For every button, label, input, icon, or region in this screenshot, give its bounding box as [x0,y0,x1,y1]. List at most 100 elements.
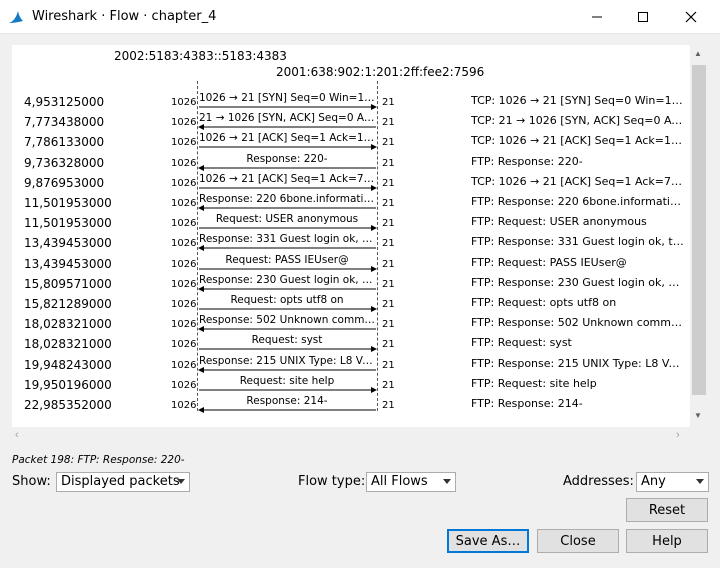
packet-status: Packet 198: FTP: Response: 220- [12,454,185,466]
flow-row-port-a: 1026 [171,299,197,310]
flow-row-port-b: 21 [382,117,395,129]
flow-row[interactable]: 19,948243000 1026 Response: 215 UNIX Type:… [12,354,692,374]
wireshark-fin-icon [9,11,23,23]
flow-row-arrow-label: Response: 220- [246,152,328,165]
flow-row-comment: TCP: 1026 → 21 [SYN] Seq=0 Win=1638… [471,94,685,107]
flow-row-comment: FTP: Request: site help [471,376,597,390]
scrollbar-thumb[interactable] [692,65,706,395]
help-button[interactable]: Help [626,529,708,553]
flow-row-comment: FTP: Request: PASS IEUser@ [471,255,627,269]
flow-row-port-a: 1026 [171,198,197,209]
flow-row-arrow-label: Request: opts utf8 on [230,294,344,306]
flow-row-time: 15,821289000 [24,297,112,311]
flow-row[interactable]: 19,950196000 1026 Request: site help 21 FTP:… [12,374,692,394]
arrow-right-icon [199,184,377,191]
flow-row-port-a: 1026 [171,238,197,250]
address-a-header: 2002:5183:4383::5183:4383 [114,49,287,63]
flow-row-time: 19,950196000 [24,377,112,392]
show-select[interactable]: Displayed packets [56,472,190,492]
flow-row-port-a: 1026 [171,278,197,290]
flow-row[interactable]: 11,501953000 1026 Response: 220 6bone.info… [12,192,692,212]
reset-button[interactable]: Reset [626,498,708,522]
flow-row-port-a: 1026 [171,97,197,108]
flow-row-time: 7,786133000 [24,135,105,150]
flow-diagram[interactable]: 2002:5183:4383::5183:4383 2001:638:902:1… [12,45,708,427]
flow-row-port-b: 21 [382,157,395,169]
close-window-button[interactable] [668,0,714,34]
flow-row-port-a: 1026 [171,218,197,230]
flow-row-comment: TCP: 21 → 1026 [SYN, ACK] Seq=0 Ack… [471,114,685,128]
flow-row-port-b: 21 [382,177,395,189]
flow-row-arrow-label: 1026 → 21 [ACK] Seq=1 Ack=1 W… [199,132,375,145]
chevron-down-icon [177,479,185,484]
flow-row[interactable]: 22,985352000 1026 Response: 214- 21 FTP: Res… [12,394,692,414]
flow-row[interactable]: 7,786133000 1026 1026 → 21 [ACK] Seq=1 Ack… [12,131,692,151]
scroll-left-icon[interactable]: ‹ [15,429,19,441]
maximize-icon [638,12,648,22]
flow-row-time: 7,773438000 [24,115,105,130]
flow-row-comment: FTP: Request: USER anonymous [471,215,647,229]
flow-row-arrow-label: 1026 → 21 [SYN] Seq=0 Win=163… [199,92,375,104]
flow-row-time: 13,439453000 [24,236,112,251]
flow-row[interactable]: 9,736328000 1026 Response: 220- 21 FTP: Resp… [12,152,692,172]
flow-row-comment: FTP: Response: 502 Unknown comman… [471,316,685,330]
flow-type-select-value: All Flows [371,474,428,489]
flow-row-port-b: 21 [382,278,395,290]
flow-row[interactable]: 15,821289000 1026 Request: opts utf8 on 21 F… [12,293,692,313]
arrow-right-icon [199,346,377,353]
flow-row[interactable]: 18,028321000 1026 Response: 502 Unknown co… [12,313,692,333]
flow-row-port-a: 1026 [171,319,197,331]
flow-row-comment: FTP: Response: 215 UNIX Type: L8 Ver… [471,356,685,370]
arrow-left-icon [198,205,376,211]
flow-row-arrow-label: 21 → 1026 [SYN, ACK] Seq=0 Ac… [199,112,375,125]
flow-row[interactable]: 13,439453000 1026 Response: 331 Guest logi… [12,232,692,252]
scroll-up-icon[interactable]: ▲ [694,49,702,58]
flow-row-time: 18,028321000 [24,317,112,332]
flow-row[interactable]: 13,439453000 1026 Request: PASS IEUser@ 21 F… [12,253,692,273]
flow-row-port-a: 1026 [171,359,197,371]
flow-row-comment: FTP: Request: syst [471,336,572,350]
chevron-down-icon [696,479,704,484]
arrow-left-icon [198,124,376,131]
maximize-button[interactable] [620,0,666,34]
minimize-icon [592,16,602,18]
save-as-button[interactable]: Save As… [447,529,529,553]
flow-row-time: 4,953125000 [24,95,105,109]
flow-row-arrow-label: Request: PASS IEUser@ [225,253,349,266]
flow-row-port-a: 1026 [171,258,197,270]
close-button[interactable]: Close [537,529,619,553]
arrow-left-icon [198,366,376,373]
close-icon [685,11,697,23]
arrow-right-icon [199,386,377,393]
flow-row-port-b: 21 [382,339,395,351]
arrow-right-icon [199,225,377,232]
flow-type-select[interactable]: All Flows [366,472,456,492]
addresses-label: Addresses: [563,474,634,489]
flow-row-port-b: 21 [382,359,395,371]
addresses-select[interactable]: Any [636,472,709,492]
chevron-down-icon [443,479,451,484]
flow-row-arrow-label: Request: site help [239,374,335,387]
flow-row[interactable]: 18,028321000 1026 Request: syst 21 FTP: Requ… [12,333,692,353]
horizontal-scrollbar[interactable]: ‹ › [12,427,690,445]
arrow-left-icon [198,407,376,413]
arrow-right-icon [199,306,377,312]
minimize-button[interactable] [574,0,620,34]
flow-row-time: 18,028321000 [24,337,112,352]
arrow-right-icon [199,104,377,110]
flow-row-arrow-label: Response: 215 UNIX Type: L8 Ve… [199,354,375,367]
flow-row-port-a: 1026 [171,400,197,411]
flow-row[interactable]: 11,501953000 1026 Request: USER anonymous 2… [12,212,692,232]
flow-row-comment: FTP: Request: opts utf8 on [471,296,617,309]
flow-row[interactable]: 4,953125000 1026 1026 → 21 [SYN] Seq=0 Win… [12,91,692,111]
vertical-scrollbar[interactable]: ▲ ▼ [690,45,708,427]
scroll-down-icon[interactable]: ▼ [694,411,702,420]
flow-row-time: 11,501953000 [24,196,112,210]
flow-row[interactable]: 7,773438000 1026 21 → 1026 [SYN, ACK] Seq=… [12,111,692,131]
flow-type-label: Flow type: [298,474,366,489]
flow-row-comment: FTP: Response: 230 Guest login ok, acc… [471,275,685,289]
flow-row[interactable]: 9,876953000 1026 1026 → 21 [ACK] Seq=1 Ack… [12,172,692,192]
flow-row[interactable]: 15,809571000 1026 Response: 230 Guest logi… [12,273,692,293]
flow-row-port-b: 21 [382,400,395,411]
scroll-right-icon[interactable]: › [676,429,680,441]
